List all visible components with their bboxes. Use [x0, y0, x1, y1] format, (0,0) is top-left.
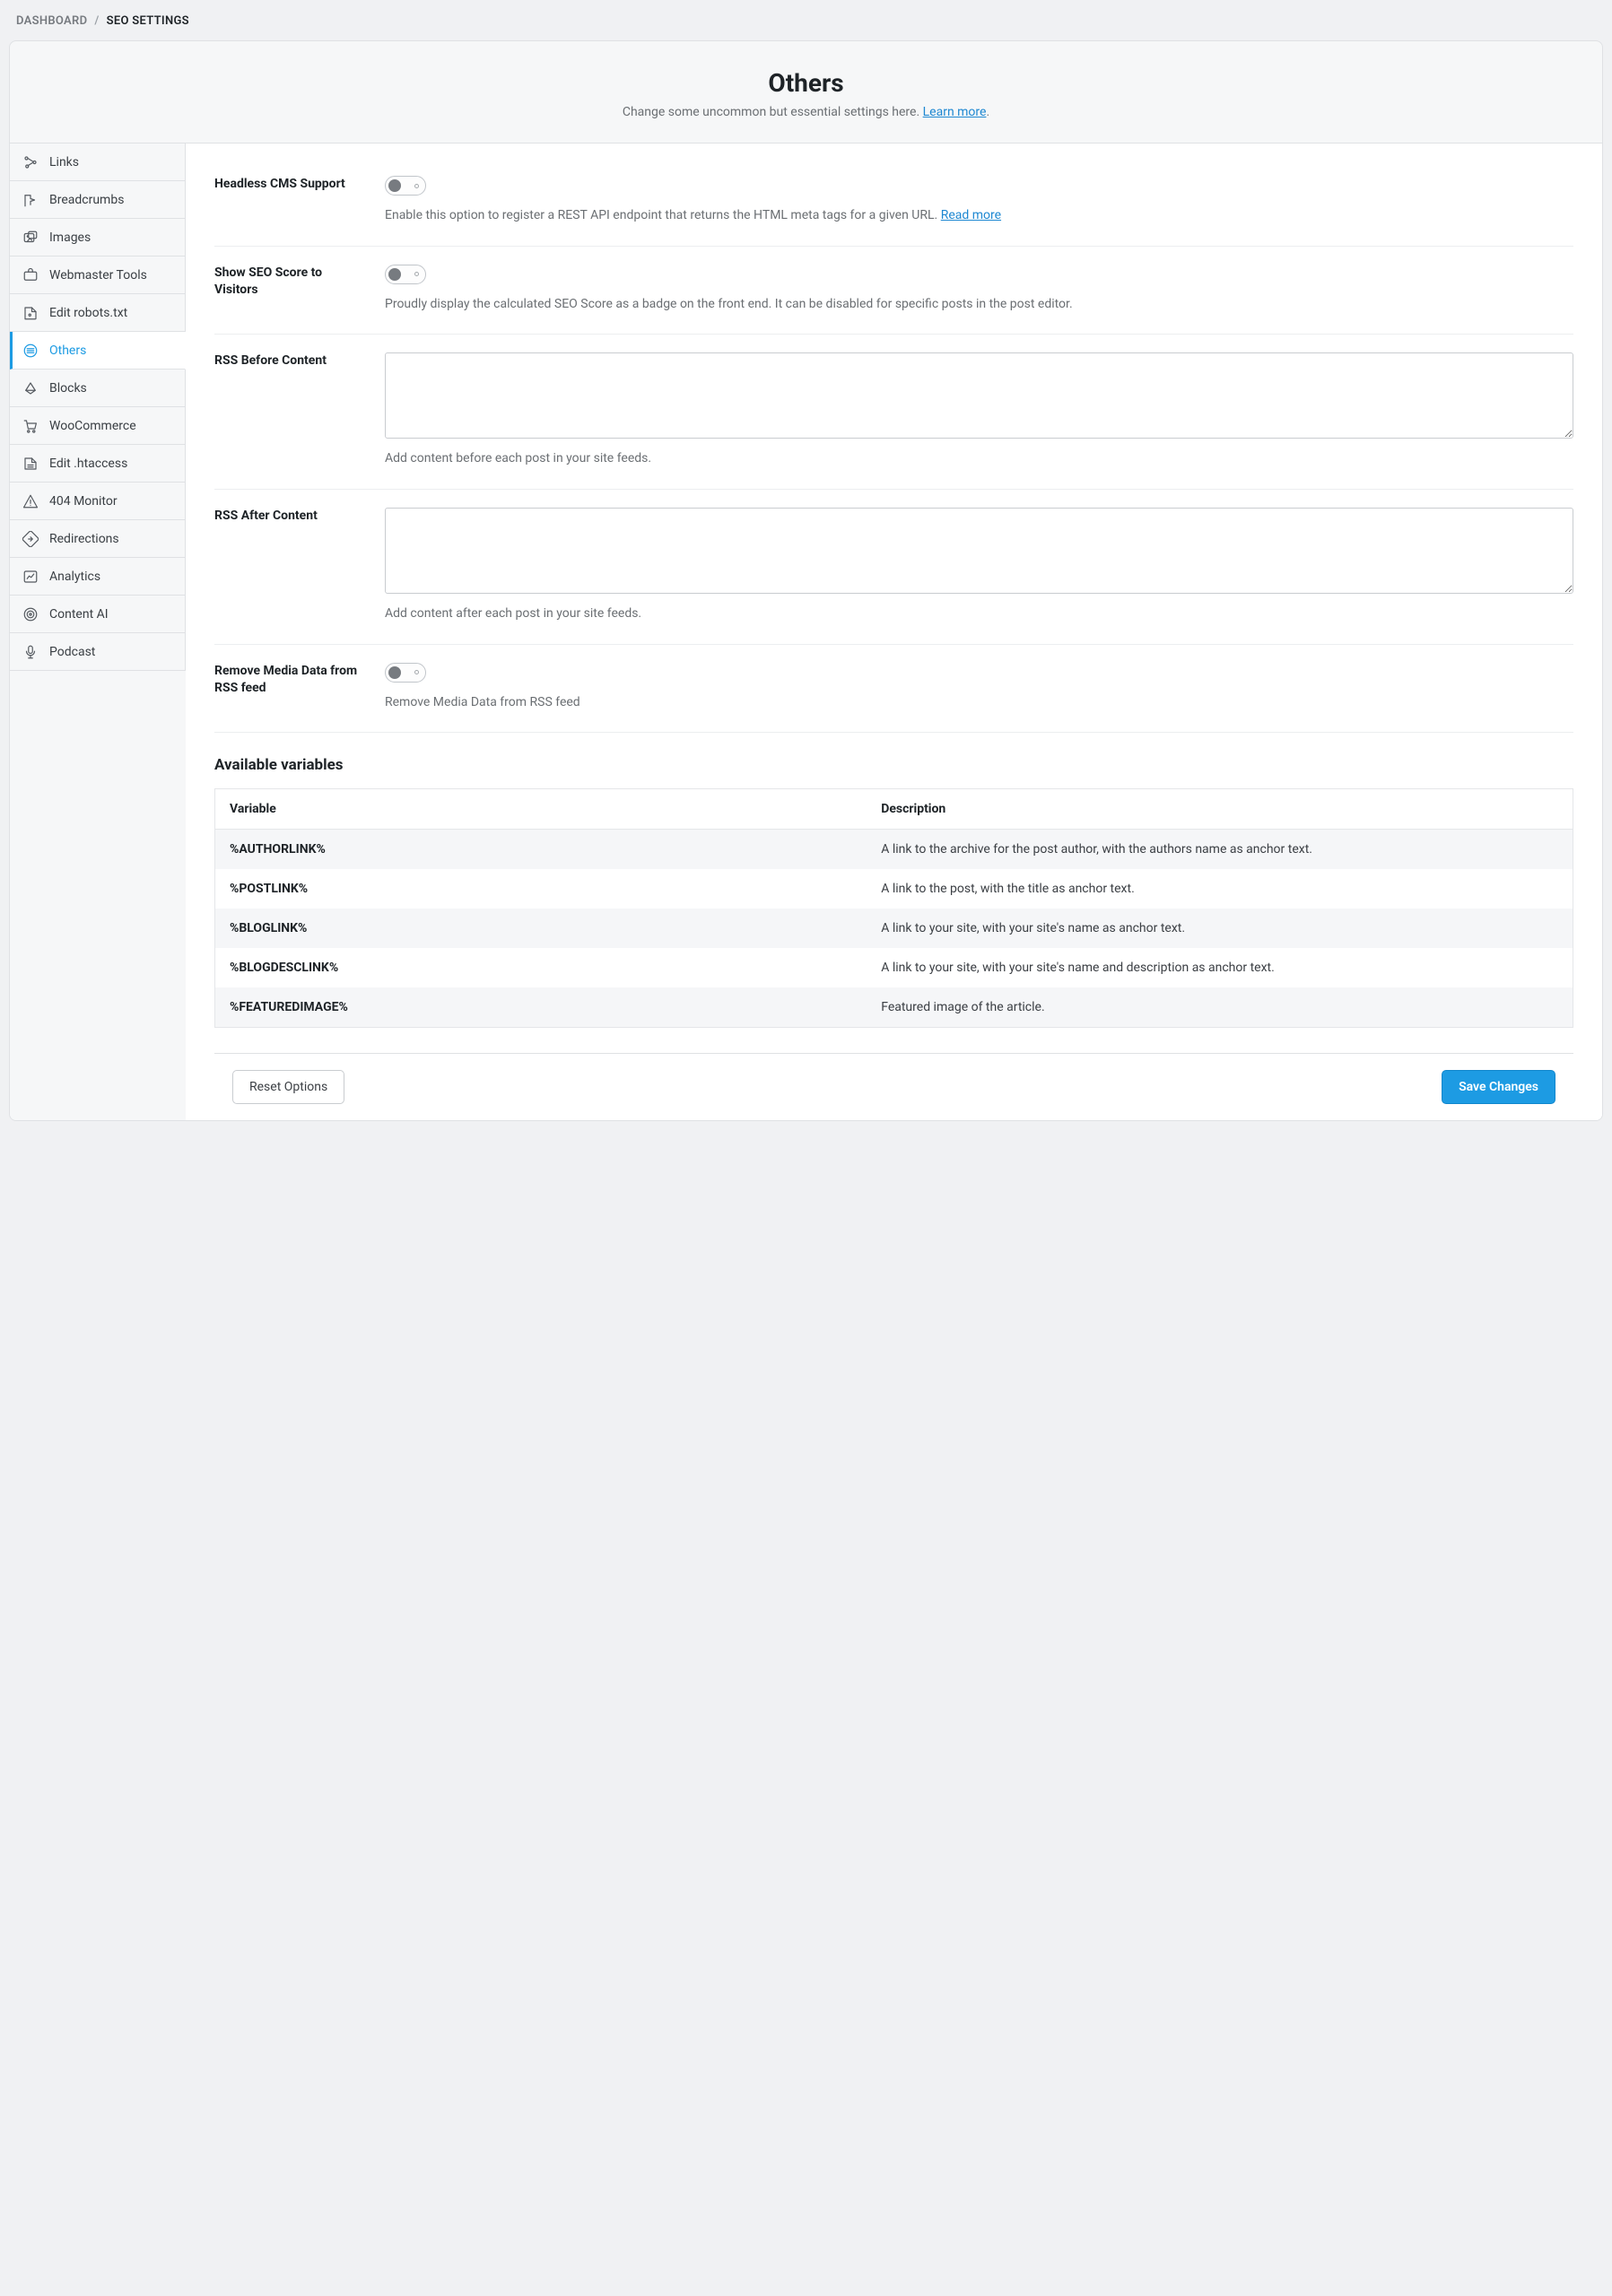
settings-card: Others Change some uncommon but essentia… [9, 40, 1603, 1121]
breadcrumbs-icon [22, 192, 39, 208]
sidebar-item-label: Content AI [49, 607, 109, 622]
sidebar-item-blocks[interactable]: Blocks [10, 370, 186, 407]
variable-name: %FEATUREDIMAGE% [215, 987, 867, 1028]
page-subtitle: Change some uncommon but essential setti… [28, 105, 1584, 119]
page-title: Others [28, 68, 1584, 98]
sidebar-item-contentai[interactable]: Content AI [10, 596, 186, 633]
breadcrumb-separator: / [94, 14, 99, 28]
card-header: Others Change some uncommon but essentia… [10, 41, 1602, 143]
footer: Reset Options Save Changes [214, 1053, 1573, 1120]
others-icon [22, 343, 39, 359]
sidebar-item-label: 404 Monitor [49, 494, 118, 509]
sidebar-item-label: Edit .htaccess [49, 457, 127, 471]
links-icon [22, 154, 39, 170]
sidebar-item-label: Images [49, 230, 91, 245]
learn-more-link[interactable]: Learn more [923, 105, 987, 119]
contentai-icon [22, 606, 39, 622]
variable-name: %POSTLINK% [215, 869, 867, 909]
sidebar-item-label: WooCommerce [49, 419, 136, 433]
content: Headless CMS Support Enable this option … [186, 143, 1602, 1120]
variable-description: A link to your site, with your site's na… [867, 909, 1573, 948]
404-icon [22, 493, 39, 509]
col-variable: Variable [215, 789, 867, 830]
sidebar-item-label: Analytics [49, 570, 100, 584]
images-icon [22, 230, 39, 246]
variables-heading: Available variables [214, 756, 1573, 774]
setting-description: Add content before each post in your sit… [385, 449, 1573, 469]
reset-options-button[interactable]: Reset Options [232, 1070, 344, 1104]
remove-media-toggle[interactable] [385, 663, 426, 683]
setting-headless-cms: Headless CMS Support Enable this option … [214, 169, 1573, 247]
variable-description: Featured image of the article. [867, 987, 1573, 1028]
redirections-icon [22, 531, 39, 547]
breadcrumb: DASHBOARD / SEO SETTINGS [9, 0, 1603, 40]
setting-description: Remove Media Data from RSS feed [385, 693, 1573, 713]
htaccess-icon [22, 456, 39, 472]
sidebar-item-analytics[interactable]: Analytics [10, 558, 186, 596]
read-more-link[interactable]: Read more [941, 208, 1001, 222]
sidebar-item-robots[interactable]: Edit robots.txt [10, 294, 186, 332]
woo-icon [22, 418, 39, 434]
sidebar-item-label: Blocks [49, 381, 87, 396]
variable-name: %BLOGLINK% [215, 909, 867, 948]
breadcrumb-current: SEO SETTINGS [107, 14, 189, 28]
variable-description: A link to the archive for the post autho… [867, 830, 1573, 870]
setting-seo-score: Show SEO Score to Visitors Proudly displ… [214, 247, 1573, 335]
save-changes-button[interactable]: Save Changes [1442, 1070, 1555, 1104]
variables-table: Variable Description %AUTHORLINK%A link … [214, 788, 1573, 1028]
sidebar-item-label: Webmaster Tools [49, 268, 147, 283]
sidebar-item-label: Podcast [49, 645, 95, 659]
variable-description: A link to your site, with your site's na… [867, 948, 1573, 987]
sidebar-item-podcast[interactable]: Podcast [10, 633, 186, 671]
setting-label: Headless CMS Support [214, 176, 367, 226]
headless-toggle[interactable] [385, 176, 426, 196]
setting-description: Enable this option to register a REST AP… [385, 206, 1573, 226]
sidebar-item-woo[interactable]: WooCommerce [10, 407, 186, 445]
table-row: %POSTLINK%A link to the post, with the t… [215, 869, 1573, 909]
table-row: %FEATUREDIMAGE%Featured image of the art… [215, 987, 1573, 1028]
blocks-icon [22, 380, 39, 396]
sidebar-item-label: Edit robots.txt [49, 306, 127, 320]
rss-before-textarea[interactable] [385, 352, 1573, 439]
setting-label: RSS Before Content [214, 352, 367, 469]
variable-description: A link to the post, with the title as an… [867, 869, 1573, 909]
setting-rss-after: RSS After Content Add content after each… [214, 490, 1573, 645]
variable-name: %AUTHORLINK% [215, 830, 867, 870]
sidebar-item-label: Others [49, 344, 86, 358]
col-description: Description [867, 789, 1573, 830]
sidebar-item-label: Links [49, 155, 79, 170]
setting-rss-before: RSS Before Content Add content before ea… [214, 335, 1573, 490]
seo-score-toggle[interactable] [385, 265, 426, 284]
sidebar-item-label: Breadcrumbs [49, 193, 124, 207]
analytics-icon [22, 569, 39, 585]
webmaster-icon [22, 267, 39, 283]
setting-label: Remove Media Data from RSS feed [214, 663, 367, 713]
sidebar-item-htaccess[interactable]: Edit .htaccess [10, 445, 186, 483]
sidebar-item-webmaster[interactable]: Webmaster Tools [10, 257, 186, 294]
setting-description: Add content after each post in your site… [385, 604, 1573, 624]
table-row: %BLOGLINK%A link to your site, with your… [215, 909, 1573, 948]
setting-label: RSS After Content [214, 508, 367, 624]
table-row: %AUTHORLINK%A link to the archive for th… [215, 830, 1573, 870]
sidebar-item-images[interactable]: Images [10, 219, 186, 257]
setting-remove-media: Remove Media Data from RSS feed Remove M… [214, 645, 1573, 734]
available-variables: Available variables Variable Description… [214, 733, 1573, 1028]
sidebar-item-redirections[interactable]: Redirections [10, 520, 186, 558]
sidebar: Links Breadcrumbs Images Webmaster Tools Edi… [10, 143, 186, 1120]
sidebar-item-breadcrumbs[interactable]: Breadcrumbs [10, 181, 186, 219]
rss-after-textarea[interactable] [385, 508, 1573, 594]
sidebar-item-others[interactable]: Others [10, 332, 186, 370]
setting-description: Proudly display the calculated SEO Score… [385, 295, 1573, 315]
podcast-icon [22, 644, 39, 660]
table-row: %BLOGDESCLINK%A link to your site, with … [215, 948, 1573, 987]
setting-label: Show SEO Score to Visitors [214, 265, 367, 315]
sidebar-item-label: Redirections [49, 532, 119, 546]
variable-name: %BLOGDESCLINK% [215, 948, 867, 987]
robots-icon [22, 305, 39, 321]
sidebar-item-404[interactable]: 404 Monitor [10, 483, 186, 520]
breadcrumb-root[interactable]: DASHBOARD [16, 14, 87, 28]
sidebar-item-links[interactable]: Links [10, 144, 186, 181]
